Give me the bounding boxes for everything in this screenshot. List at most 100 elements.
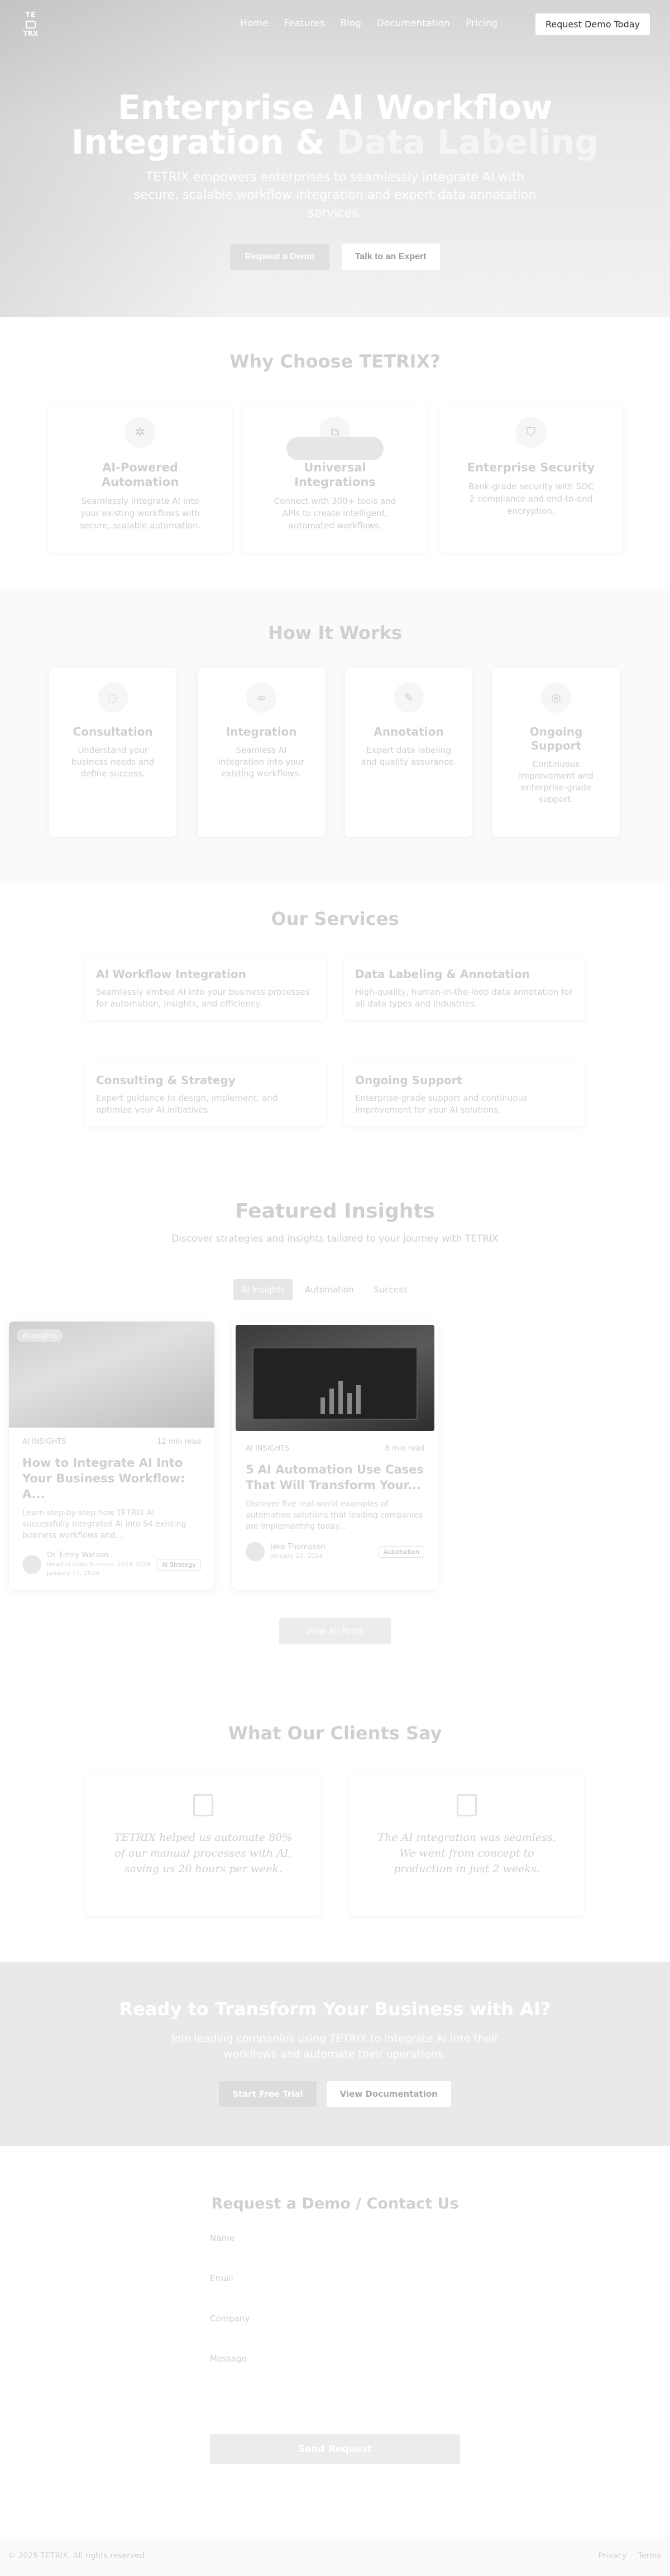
service-title: Ongoing Support [355,1074,463,1087]
tab-ai-insights[interactable]: AI Insights [233,1279,293,1300]
step-card: ✎ Annotation Expert data labeling and qu… [345,668,472,837]
post-meta: AI INSIGHTS 12 min read [9,1428,214,1446]
dashboard-screenshot [252,1347,418,1420]
message-field[interactable] [210,2365,460,2421]
service-card: Data Labeling & Annotation High-quality,… [344,955,585,1020]
footer-link-privacy[interactable]: Privacy [599,2551,627,2560]
post-date: January 15, 2024 [47,1570,100,1577]
post-image: AI Insights [9,1322,214,1428]
nav-link-features[interactable]: Features [284,18,324,29]
top-navigation: TE TRX Home Features Blog Documentation … [0,0,670,49]
step-text: Understand your business needs and defin… [71,745,155,779]
step-text: Expert data labeling and quality assuran… [361,745,457,767]
logo-mark-icon [26,20,36,28]
nav-links: Home Features Blog Documentation Pricing [240,18,513,29]
step-title: Integration [226,725,297,738]
hero-subtitle: TETRIX empowers enterprises to seamlessl… [133,170,537,220]
contact-title: Request a Demo / Contact Us [211,2195,459,2212]
post-meta: AI INSIGHTS 8 min read [232,1434,438,1453]
feature-text: Connect with 300+ tools and APIs to crea… [274,496,396,531]
company-field[interactable] [210,2325,460,2344]
testimonial-text: TETRIX helped us automate 80% of our man… [114,1831,293,1875]
feature-card: ⛉ Enterprise Security Bank-grade securit… [439,403,623,553]
nav-link-documentation[interactable]: Documentation [377,18,450,29]
service-card: Ongoing Support Enterprise-grade support… [344,1061,585,1126]
feature-card: ✲ AI-Powered Automation Seamlessly integ… [48,403,232,553]
cta-section: Ready to Transform Your Business with AI… [0,1962,670,2146]
service-text: Expert guidance to design, implement, an… [96,1093,278,1115]
author-role: January 10, 2024 [270,1552,323,1559]
nav-link-home[interactable]: Home [240,18,268,29]
avatar [246,1542,265,1561]
name-label: Name [210,2233,235,2243]
view-all-posts-button[interactable]: View All Posts [279,1618,391,1644]
feature-card: ⧉ Universal Integrations Connect with 30… [243,403,427,553]
feature-title: Universal Integrations [294,461,376,489]
post-read-time: 8 min read [385,1444,424,1453]
testimonial-card: The AI integration was seamless. We went… [350,1774,584,1916]
start-free-trial-button[interactable]: Start Free Trial [219,2081,317,2107]
post-category: AI INSIGHTS [246,1444,290,1453]
post-title[interactable]: How to Integrate AI Into Your Business W… [22,1455,201,1502]
service-title: Data Labeling & Annotation [355,967,530,981]
author-name: Jake Thompson [270,1543,326,1551]
step-card: ◎ Ongoing Support Continuous improvement… [492,668,620,837]
post-excerpt: Learn step-by-step how TETRIX AI success… [22,1509,186,1540]
why-title: Why Choose TETRIX? [229,351,441,372]
feature-title: AI-Powered Automation [101,461,179,489]
tab-success[interactable]: Success [366,1279,415,1300]
logo-text-top: TE [25,11,36,20]
chat-icon: ◌ [98,683,128,713]
request-demo-button[interactable]: Request a Demo [230,244,329,270]
service-text: High-quality, human-in-the-loop data ann… [355,987,573,1009]
name-field[interactable] [210,2244,460,2263]
company-label: Company [210,2313,250,2324]
blog-post-card[interactable]: AI Insights AI INSIGHTS 12 min read How … [9,1322,214,1590]
step-card: ◌ Consultation Understand your business … [49,668,176,837]
link-icon: ∞ [246,683,276,713]
step-text: Seamless AI integration into your existi… [218,745,305,779]
footer: © 2025 TETRIX. All rights reserved. Priv… [0,2537,670,2576]
message-label: Message [210,2354,247,2364]
service-text: Enterprise-grade support and continuous … [355,1093,528,1115]
blog-post-card[interactable]: AI INSIGHTS 8 min read 5 AI Automation U… [232,1322,438,1590]
gear-icon: ✲ [125,417,156,448]
avatar [22,1555,41,1574]
send-request-button[interactable]: Send Request [210,2434,460,2464]
nav-request-demo-button[interactable]: Request Demo Today [535,13,650,35]
testimonial-text: The AI integration was seamless. We went… [377,1831,556,1875]
service-title: Consulting & Strategy [96,1074,236,1087]
insights-subtitle: Discover strategies and insights tailore… [171,1233,499,1244]
how-title: How It Works [267,622,403,643]
hero-buttons: Request a Demo Talk to an Expert [0,244,670,270]
talk-to-expert-button[interactable]: Talk to an Expert [341,244,440,270]
hero-title: Enterprise AI Workflow Integration & Dat… [0,90,670,160]
post-excerpt: Discover five real-world examples of aut… [246,1500,423,1531]
footer-link-terms[interactable]: Terms [638,2551,661,2560]
pencil-icon: ✎ [394,683,424,713]
service-card: AI Workflow Integration Seamlessly embed… [85,955,326,1020]
post-read-time: 12 min read [157,1438,201,1446]
support-icon: ◎ [541,683,571,713]
cta-title: Ready to Transform Your Business with AI… [119,1998,551,2020]
feature-text: Bank-grade security with SOC 2 complianc… [468,481,594,516]
author-name: Dr. Emily Watson [47,1551,109,1559]
nav-link-blog[interactable]: Blog [340,18,361,29]
step-text: Continuous improvement and enterprise-gr… [519,759,594,804]
nav-link-pricing[interactable]: Pricing [466,18,497,29]
logo-text-bottom: TRX [23,29,39,37]
feature-text: Seamlessly integrate AI into your existi… [79,496,201,531]
view-documentation-button[interactable]: View Documentation [326,2081,451,2107]
email-field[interactable] [210,2284,460,2303]
post-title[interactable]: 5 AI Automation Use Cases That Will Tran… [246,1462,424,1493]
step-title: Ongoing Support [529,725,583,752]
post-chip: AI Insights [17,1329,63,1342]
quote-icon [193,1794,213,1816]
tab-automation[interactable]: Automation [297,1279,361,1300]
tetrix-logo[interactable]: TE TRX [19,9,42,39]
post-tag-badge: AI Strategy [156,1558,201,1571]
shield-icon: ⛉ [515,417,547,448]
email-label: Email [210,2273,233,2283]
floating-pill[interactable] [286,437,384,460]
step-title: Annotation [374,725,444,738]
